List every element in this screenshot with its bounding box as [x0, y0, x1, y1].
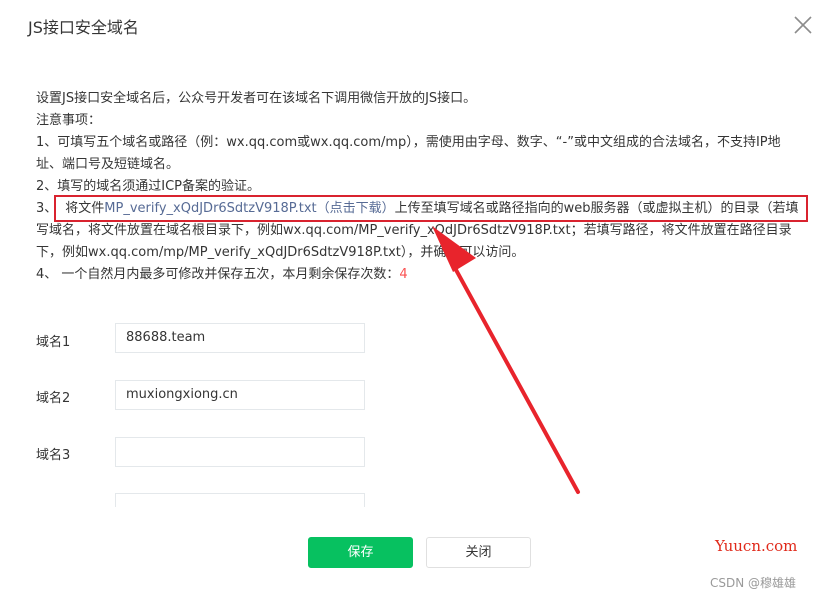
domain-2-label: 域名2 [36, 391, 71, 406]
notes-item-3-text-b: 上传至填写域名或路径指向的web服务器（或虚拟主机）的目录 [394, 201, 760, 216]
close-icon[interactable] [790, 12, 816, 38]
domain-3-input[interactable] [115, 437, 365, 467]
domain-3-label: 域名3 [36, 448, 71, 463]
yuucn-watermark: Yuucn.com [715, 537, 798, 555]
domain-2-input[interactable]: muxiongxiong.cn [115, 380, 365, 410]
notes-item-4: 4、 一个自然月内最多可修改并保存五次，本月剩余保存次数：4 [36, 264, 806, 286]
csdn-watermark: CSDN @穆雄雄 [710, 576, 797, 590]
js-domain-dialog: JS接口安全域名 设置JS接口安全域名后，公众号开发者可在该域名下调用微信开放的… [0, 0, 825, 599]
domain-1-input[interactable]: 88688.team [115, 323, 365, 353]
notes-item-3-prefix: 3、 [36, 201, 58, 216]
notes-intro: 设置JS接口安全域名后，公众号开发者可在该域名下调用微信开放的JS接口。 [36, 91, 477, 106]
notes-heading: 注意事项： [36, 113, 102, 128]
verify-file-download-link[interactable]: MP_verify_xQdJDr6SdtzV918P.txt（点击下载） [104, 201, 394, 216]
notes-item-3-text-a: 将文件 [65, 201, 105, 216]
domain-1-label: 域名1 [36, 335, 71, 350]
notes-item-1: 1、可填写五个域名或路径（例：wx.qq.com或wx.qq.com/mp），需… [36, 135, 781, 172]
domain-4-input-partial[interactable] [115, 493, 365, 507]
footer-divider-area [0, 507, 825, 537]
remaining-save-count: 4 [399, 267, 408, 282]
notes-section: 设置JS接口安全域名后，公众号开发者可在该域名下调用微信开放的JS接口。 注意事… [36, 88, 806, 286]
save-button[interactable]: 保存 [308, 537, 413, 568]
notes-item-2: 2、填写的域名须通过ICP备案的验证。 [36, 179, 261, 194]
dialog-title: JS接口安全域名 [28, 18, 139, 37]
notes-item-3: 3、 将文件MP_verify_xQdJDr6SdtzV918P.txt（点击下载… [36, 198, 806, 264]
close-button[interactable]: 关闭 [426, 537, 531, 568]
notes-item-4-text: 4、 一个自然月内最多可修改并保存五次，本月剩余保存次数： [36, 267, 400, 282]
